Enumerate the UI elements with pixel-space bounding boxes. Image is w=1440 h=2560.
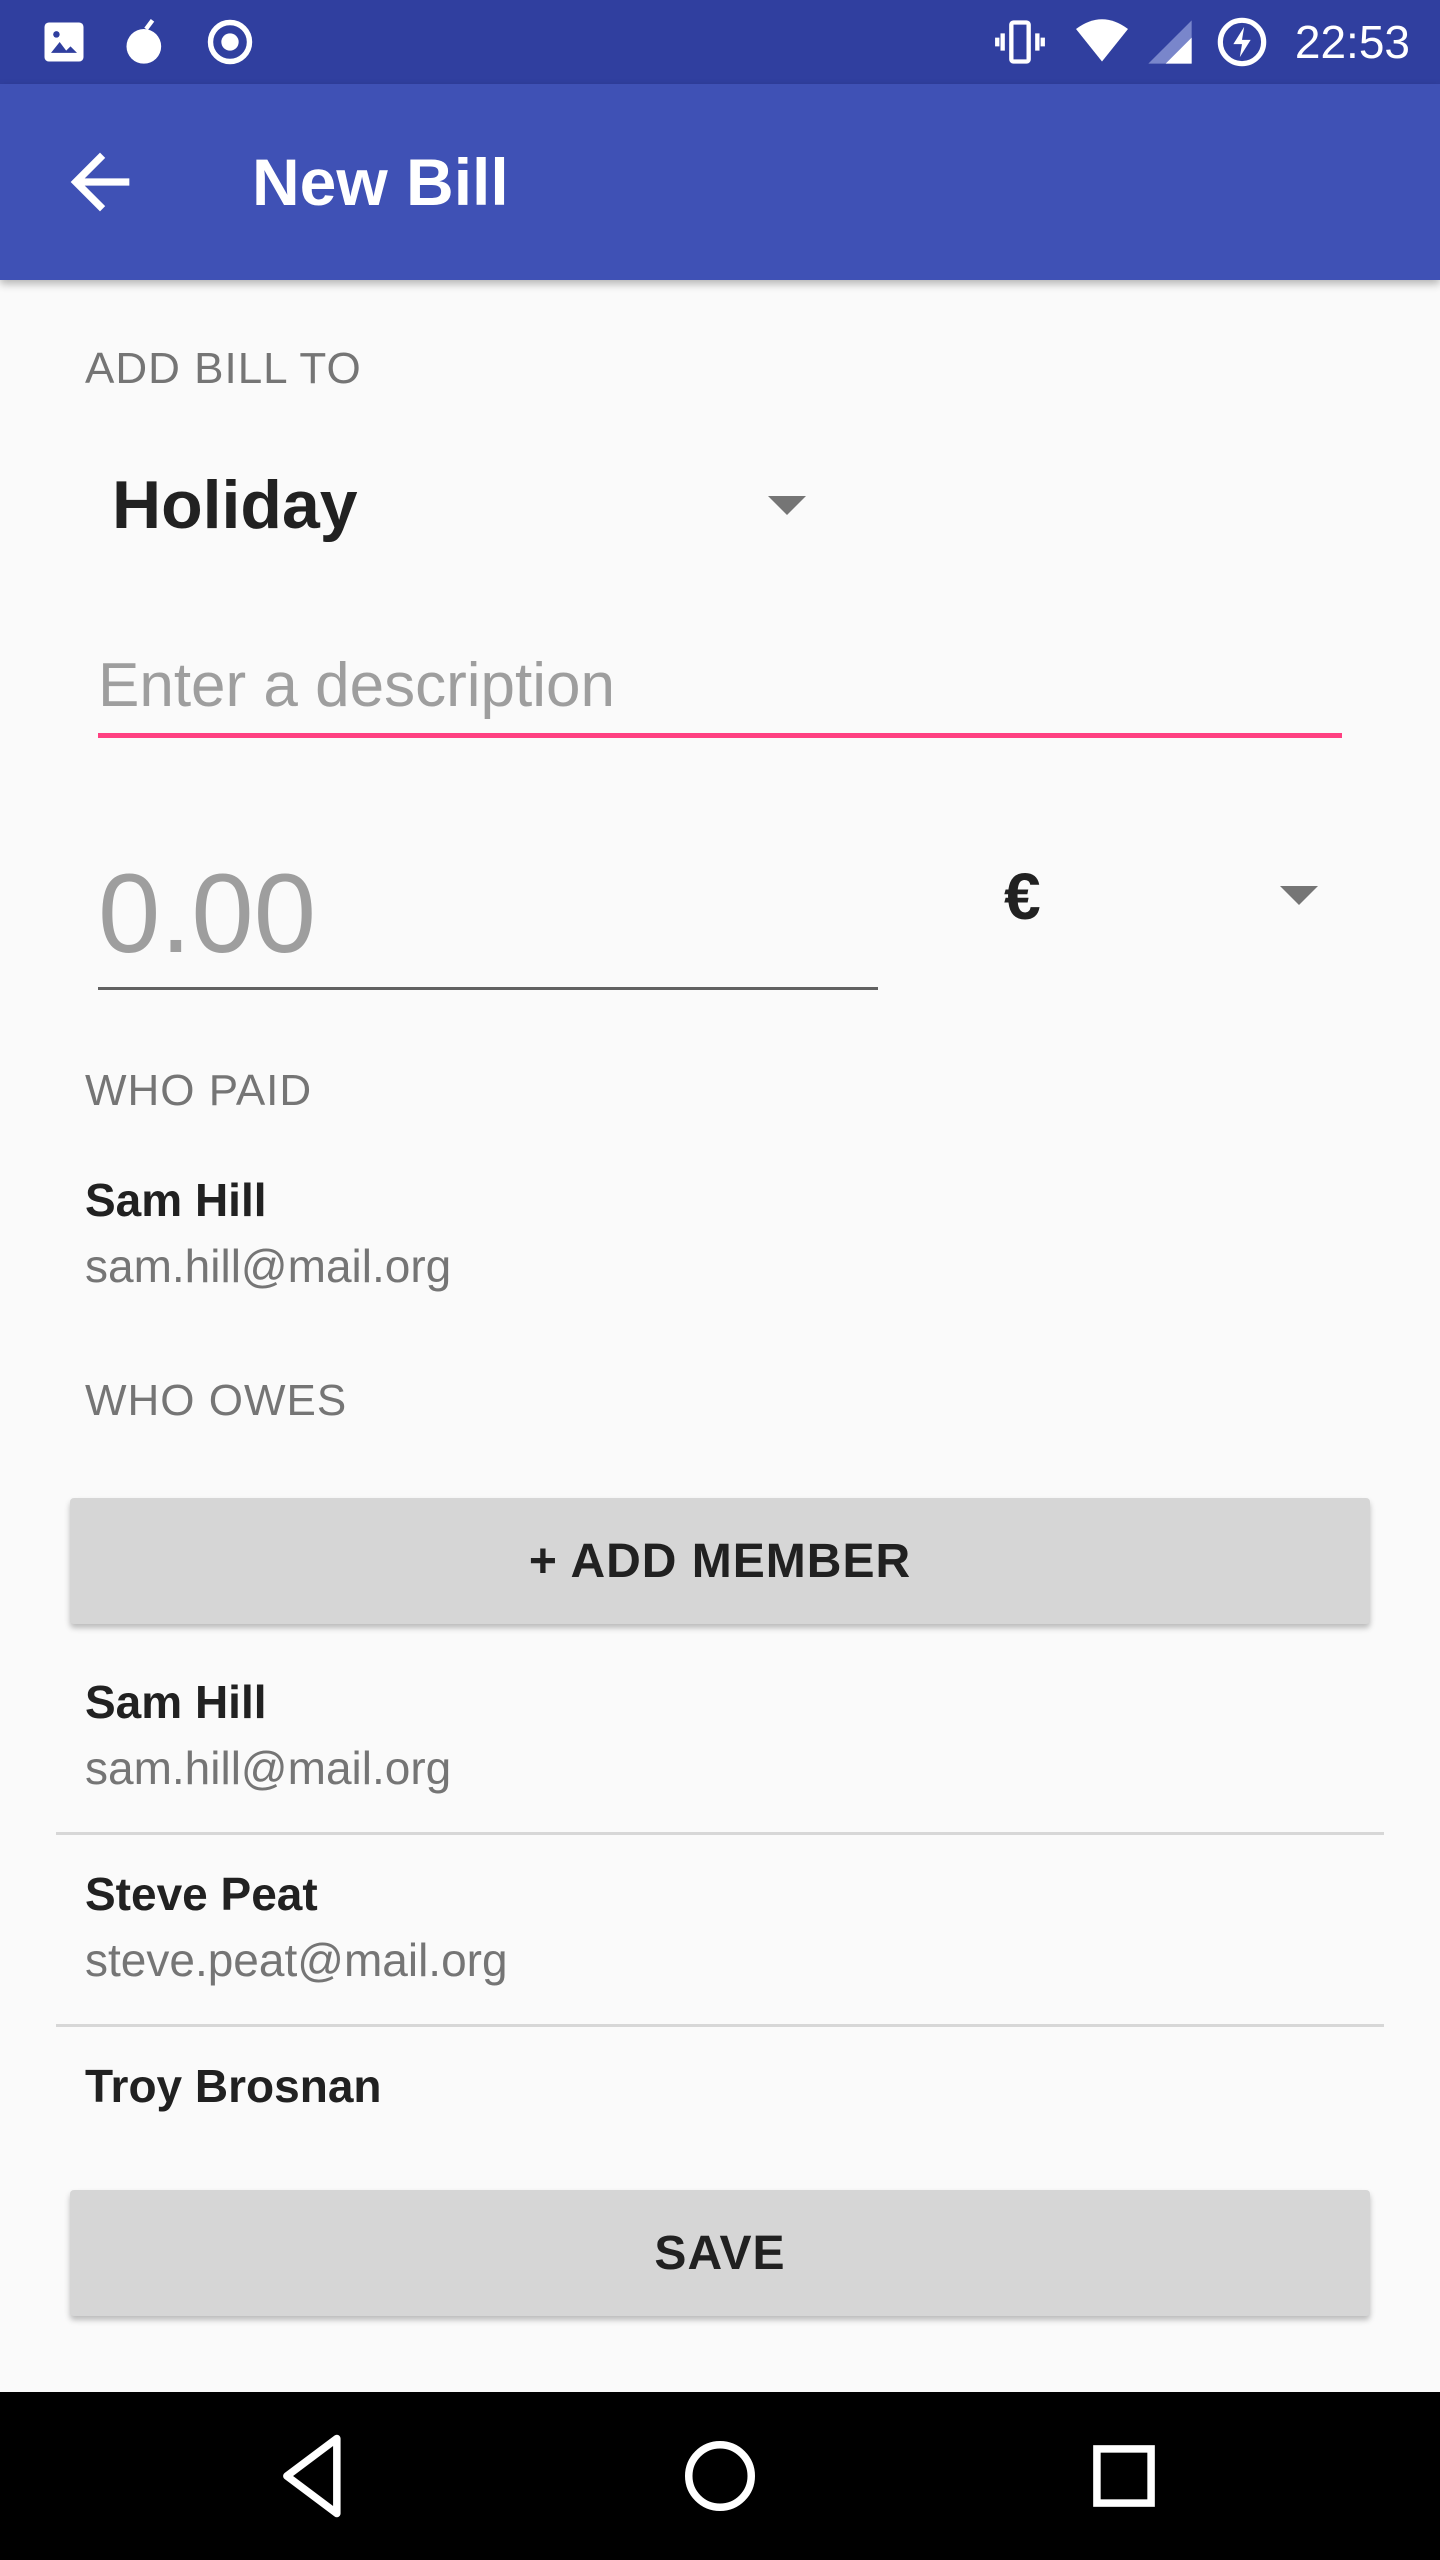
- page-title: New Bill: [252, 145, 509, 219]
- member-email: steve.peat@mail.org: [85, 1934, 508, 1986]
- save-button[interactable]: SAVE: [70, 2190, 1370, 2316]
- payer-name: Sam Hill: [85, 1174, 267, 1226]
- list-item[interactable]: Sam Hill sam.hill@mail.org: [85, 1672, 451, 1798]
- member-name: Steve Peat: [85, 1868, 318, 1920]
- add-member-button[interactable]: + ADD MEMBER: [70, 1498, 1370, 1624]
- member-name: Troy Brosnan: [85, 2060, 382, 2112]
- bomb-icon: [126, 19, 162, 64]
- add-bill-to-label: ADD BILL TO: [85, 344, 362, 393]
- nav-back-icon[interactable]: [266, 2426, 366, 2526]
- vibrate-icon: [995, 20, 1045, 64]
- divider: [56, 1832, 1384, 1835]
- nav-recents-icon[interactable]: [1074, 2426, 1174, 2526]
- navigation-bar: [0, 2392, 1440, 2560]
- chevron-down-icon: [1280, 886, 1318, 905]
- status-bar: 22:53: [0, 0, 1440, 84]
- battery-charging-icon: [1217, 17, 1267, 67]
- member-name: Sam Hill: [85, 1676, 267, 1728]
- who-paid-label: WHO PAID: [85, 1066, 313, 1115]
- member-email: sam.hill@mail.org: [85, 1742, 452, 1794]
- wifi-icon: [1076, 19, 1128, 62]
- list-item[interactable]: Steve Peat steve.peat@mail.org: [85, 1864, 508, 1990]
- owes-list[interactable]: Sam Hill sam.hill@mail.org Steve Peat st…: [0, 1636, 1440, 2140]
- status-clock: 22:53: [1294, 16, 1410, 68]
- chevron-down-icon: [768, 496, 806, 515]
- cell-signal-icon: [1148, 20, 1192, 64]
- arrow-back-icon[interactable]: [56, 138, 144, 226]
- app-bar: New Bill: [0, 84, 1440, 280]
- amount-input[interactable]: [98, 840, 878, 990]
- divider: [56, 2024, 1384, 2027]
- description-input[interactable]: [98, 638, 1342, 738]
- nav-home-icon[interactable]: [670, 2426, 770, 2526]
- who-owes-label: WHO OWES: [85, 1376, 348, 1425]
- list-item[interactable]: Troy Brosnan: [85, 2056, 382, 2122]
- currency-value: €: [1004, 859, 1041, 933]
- record-icon: [207, 19, 253, 65]
- payer-email: sam.hill@mail.org: [85, 1240, 452, 1292]
- image-icon: [44, 22, 84, 62]
- payer-item[interactable]: Sam Hill sam.hill@mail.org: [85, 1170, 451, 1296]
- group-spinner-value: Holiday: [112, 467, 358, 543]
